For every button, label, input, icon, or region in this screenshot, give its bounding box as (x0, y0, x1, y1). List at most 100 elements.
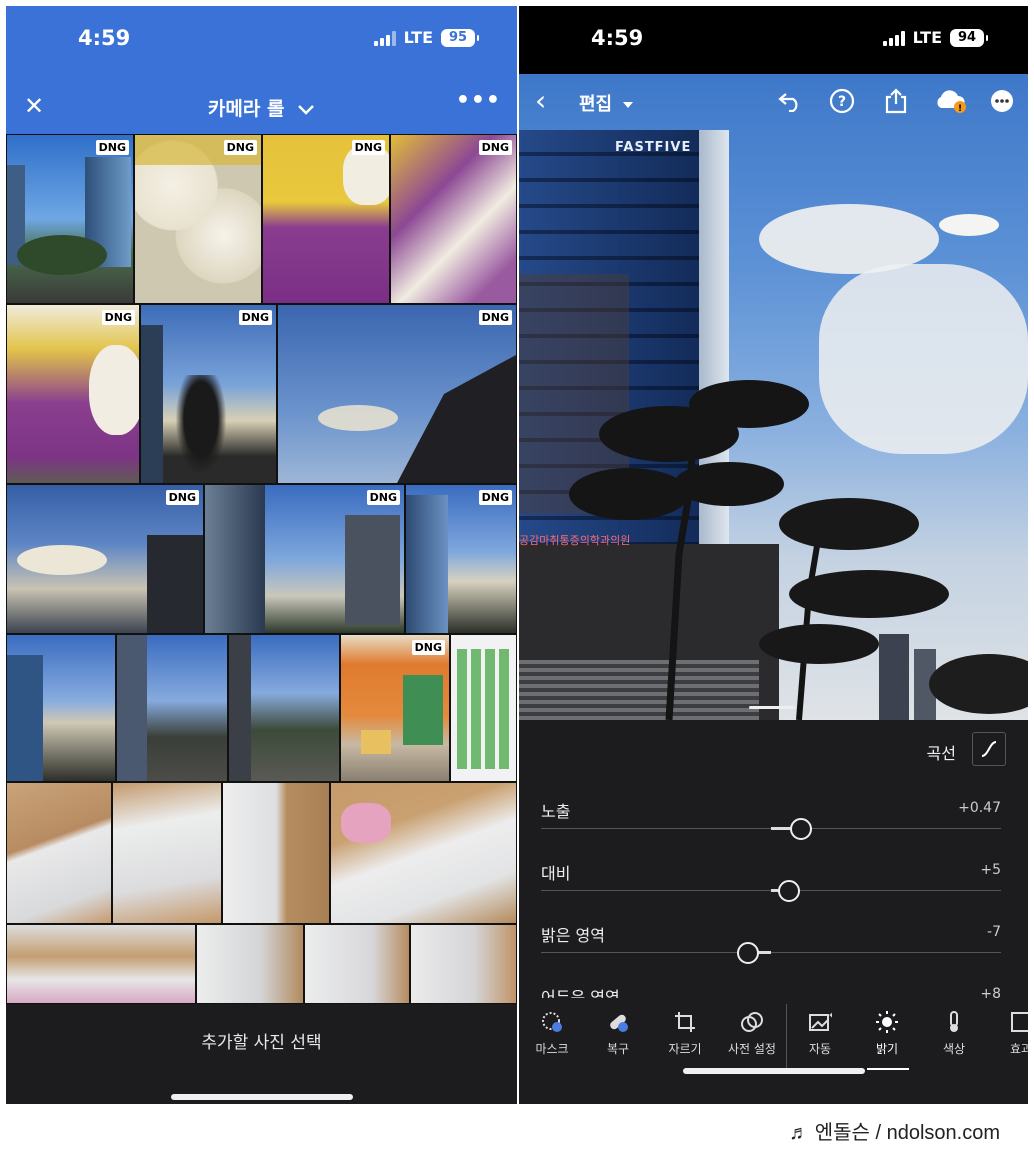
caret-down-icon (623, 102, 634, 108)
tool-presets[interactable]: 사전 설정 (719, 1010, 785, 1057)
edit-tools-bar: 마스크 복구 자르기 사전 설정 ✦ 자동 밝기 색상 효과 (519, 998, 1028, 1078)
svg-text:?: ? (838, 94, 846, 110)
slider-label: 밝은 영역 (541, 926, 605, 945)
tool-auto[interactable]: ✦ 자동 (787, 1010, 853, 1057)
crop-icon (652, 1010, 718, 1034)
photo-thumbnail[interactable]: DNG (204, 484, 405, 634)
slider-knob[interactable] (737, 942, 759, 964)
photo-thumbnail[interactable]: DNG (6, 134, 134, 304)
album-title: 카메라 롤 (207, 98, 285, 120)
tools-divider (786, 1004, 787, 1068)
photo-thumbnail[interactable]: DNG (390, 134, 517, 304)
photo-thumbnail[interactable]: DNG (6, 304, 140, 484)
signal-icon (882, 30, 905, 46)
tool-brightness[interactable]: 밝기 (854, 1010, 920, 1057)
status-bar: 4:59 LTE 94 (519, 6, 1028, 74)
panel-drag-handle[interactable] (749, 706, 795, 709)
light-adjustment-panel: 곡선 노출+0.47대비+5밝은 영역-7어두운 영역+8 (519, 706, 1028, 1007)
photo-thumbnail[interactable] (6, 924, 196, 1004)
tool-effects[interactable]: 효과 (988, 1010, 1028, 1057)
edit-toolbar: ‹ 편집 ? ! (519, 82, 1028, 126)
effects-icon (988, 1010, 1028, 1034)
slider-value: +0.47 (958, 800, 1001, 816)
photo-thumbnail[interactable]: DNG (140, 304, 277, 484)
tool-label: 마스크 (535, 1042, 569, 1056)
watermark: ♬ 엔돌슨 / ndolson.com (789, 1122, 1000, 1144)
photo-thumbnail[interactable]: DNG (405, 484, 517, 634)
select-photos-label: 추가할 사진 선택 (201, 1033, 322, 1053)
tool-heal[interactable]: 복구 (585, 1010, 651, 1057)
tone-curve-button[interactable] (972, 732, 1006, 766)
svg-text:!: ! (958, 104, 962, 114)
help-icon[interactable]: ? (827, 86, 857, 116)
edited-photo[interactable]: FASTFIVE 공감마취통증의학과의원 (519, 74, 1028, 720)
auto-icon: ✦ (787, 1010, 853, 1034)
photo-thumbnail[interactable]: DNG (6, 484, 204, 634)
slider-label: 대비 (541, 864, 571, 883)
status-bar: 4:59 LTE 95 (6, 6, 517, 78)
slider-knob[interactable] (778, 880, 801, 902)
home-indicator (170, 1094, 353, 1100)
lightroom-edit-screen: 4:59 LTE 94 FASTFIVE 공감마취통증의학과의원 ‹ 편집 ? … (519, 6, 1028, 1104)
brightness-icon (854, 1010, 920, 1034)
dng-badge: DNG (165, 490, 199, 505)
slider-track[interactable] (541, 952, 1001, 953)
more-horizontal-icon[interactable]: ••• (456, 88, 501, 113)
tool-mask[interactable]: 마스크 (519, 1010, 585, 1057)
tool-color-temperature[interactable]: 색상 (921, 1010, 987, 1057)
network-type: LTE (403, 28, 433, 47)
photo-thumbnail[interactable] (6, 782, 112, 924)
slider-row: 노출 +0.47 (541, 798, 1001, 848)
share-icon[interactable] (881, 86, 911, 116)
photo-thumbnail[interactable] (112, 782, 222, 924)
status-indicators: LTE 94 (882, 28, 988, 47)
photo-thumbnail[interactable] (222, 782, 330, 924)
home-indicator (682, 1068, 865, 1074)
battery-icon: 94 (950, 28, 988, 47)
photo-thumbnail[interactable]: DNG (340, 634, 450, 782)
album-selector[interactable]: 카메라 롤 (6, 94, 517, 121)
heal-icon (585, 1010, 651, 1034)
edit-mode-selector[interactable]: 편집 (579, 90, 634, 116)
photo-thumbnail[interactable] (330, 782, 517, 924)
tool-label: 자동 (808, 1042, 832, 1056)
selection-footer: 추가할 사진 선택 (6, 1004, 517, 1104)
mask-icon (519, 1010, 585, 1034)
photo-thumbnail[interactable] (6, 634, 116, 782)
photo-thumbnail[interactable] (196, 924, 304, 1004)
screenshot-thumbnail[interactable] (450, 634, 517, 782)
active-tool-indicator (867, 1068, 909, 1070)
tool-crop[interactable]: 자르기 (652, 1010, 718, 1057)
undo-icon[interactable] (775, 86, 805, 116)
tool-label: 복구 (606, 1042, 630, 1056)
photo-grid: DNG DNG DNG DNG DNG DNG DNG DNG DNG DNG … (6, 134, 517, 1004)
slider-value: -7 (987, 924, 1001, 940)
dng-badge: DNG (95, 140, 129, 155)
slider-knob[interactable] (789, 818, 812, 840)
cloud-warning-icon[interactable]: ! (933, 86, 969, 116)
network-type: LTE (912, 28, 942, 47)
color-temperature-icon (921, 1010, 987, 1034)
edit-title: 편집 (579, 94, 613, 115)
dng-badge: DNG (411, 640, 445, 655)
curve-icon (981, 741, 997, 757)
photo-thumbnail[interactable]: DNG (262, 134, 390, 304)
slider-row: 대비 +5 (541, 860, 1001, 910)
photo-thumbnail[interactable]: DNG (277, 304, 517, 484)
curve-label: 곡선 (926, 744, 956, 763)
slider-row: 밝은 영역 -7 (541, 922, 1001, 972)
photo-thumbnail[interactable]: DNG (134, 134, 262, 304)
tool-label: 밝기 (875, 1042, 899, 1056)
back-icon[interactable]: ‹ (535, 86, 546, 116)
photo-thumbnail[interactable] (410, 924, 517, 1004)
more-icon[interactable] (987, 86, 1017, 116)
tool-label: 효과 (1009, 1042, 1028, 1056)
photo-thumbnail[interactable] (304, 924, 410, 1004)
photo-thumbnail[interactable] (228, 634, 340, 782)
dng-badge: DNG (478, 310, 512, 325)
dng-badge: DNG (101, 310, 135, 325)
dng-badge: DNG (351, 140, 385, 155)
status-indicators: LTE 95 (373, 28, 479, 47)
dng-badge: DNG (478, 140, 512, 155)
photo-thumbnail[interactable] (116, 634, 228, 782)
